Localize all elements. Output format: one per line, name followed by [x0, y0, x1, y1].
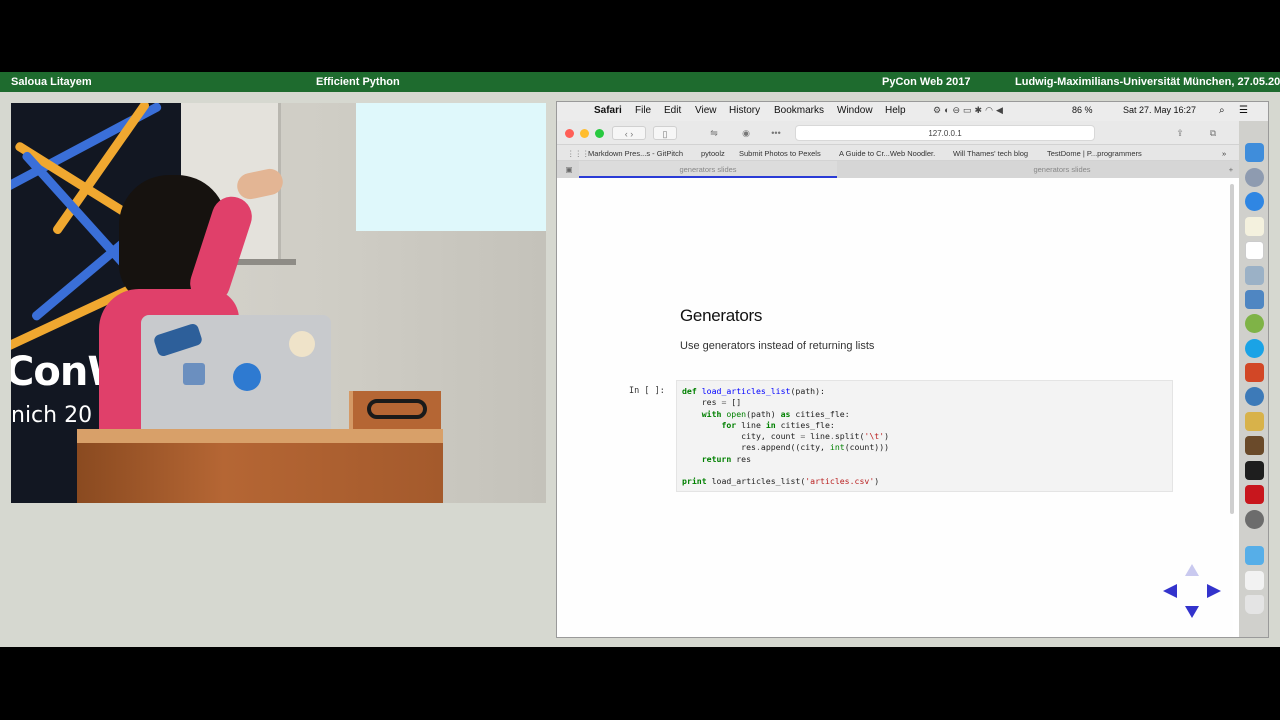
tab-generators-slides-active[interactable]: generators slides	[579, 161, 837, 178]
system-preferences-icon[interactable]	[1245, 510, 1264, 529]
bookmark-item[interactable]: Markdown Pres...s - GitPitch	[588, 149, 683, 158]
tab-generators-slides[interactable]: generators slides	[902, 161, 1222, 178]
conference-banner: Saloua Litayem Efficient Python PyCon We…	[0, 72, 1280, 92]
app-icon[interactable]	[1245, 436, 1264, 455]
battery-status[interactable]: 86 %	[1072, 105, 1093, 115]
banner-text-city: nich 20	[11, 403, 93, 428]
tab-bar: ▣ generators slides generators slides +	[557, 161, 1239, 178]
cable	[367, 399, 427, 419]
launchpad-icon[interactable]	[1245, 168, 1264, 187]
sidebar-toggle-icon[interactable]: ▯	[653, 126, 677, 140]
clock[interactable]: Sat 27. May 16:27	[1123, 105, 1196, 115]
podium-top	[77, 429, 443, 443]
address-bar[interactable]: 127.0.0.1	[795, 125, 1095, 141]
downloads-folder-icon[interactable]	[1245, 546, 1264, 565]
nav-up-icon[interactable]	[1185, 564, 1199, 576]
menu-bookmarks[interactable]: Bookmarks	[774, 105, 824, 116]
menu-file[interactable]: File	[635, 105, 651, 116]
scripts-icon[interactable]	[1245, 266, 1264, 285]
menu-bar: Safari File Edit View History Bookmarks …	[557, 102, 1268, 121]
close-window-button[interactable]	[565, 129, 574, 138]
code-cell[interactable]: def load_articles_list(path): res = [] w…	[676, 380, 1173, 492]
notification-center-icon[interactable]: ☰	[1239, 105, 1248, 116]
code-line: def load_articles_list(path):	[682, 386, 825, 396]
menu-window[interactable]: Window	[837, 105, 873, 116]
code-line: for line in cities_fle:	[721, 419, 835, 430]
skype-icon[interactable]	[1245, 339, 1264, 358]
more-bookmarks-icon[interactable]: »	[1222, 149, 1226, 158]
documents-stack-icon[interactable]	[1245, 571, 1264, 590]
status-icons[interactable]: ⚙◐⊖▭✱◠◀	[933, 105, 1006, 116]
nav-down-icon[interactable]	[1185, 606, 1199, 618]
menu-safari[interactable]: Safari	[594, 105, 622, 116]
conference-name: PyCon Web 2017	[882, 76, 971, 88]
menu-edit[interactable]: Edit	[664, 105, 681, 116]
zoom-window-button[interactable]	[595, 129, 604, 138]
acrobat-icon[interactable]	[1245, 485, 1264, 504]
talk-title: Efficient Python	[316, 76, 400, 88]
bookmark-item[interactable]: Will Thames' tech blog	[953, 149, 1028, 158]
back-forward-buttons[interactable]: ‹ ›	[612, 126, 646, 140]
database-icon[interactable]	[1245, 314, 1264, 333]
slide-subtitle: Use generators instead of returning list…	[680, 340, 875, 352]
projector-screen	[356, 103, 546, 231]
menu-history[interactable]: History	[729, 105, 760, 116]
code-content: def load_articles_list(path): res = [] w…	[682, 386, 889, 488]
privacy-icon[interactable]: ◉	[735, 126, 757, 140]
bookmark-item[interactable]: A Guide to Cr...Web Noodler.	[839, 149, 935, 158]
code-line: res.append((city, int(count)))	[682, 442, 890, 453]
slide-title: Generators	[680, 306, 763, 325]
code-line: with open(path) as cities_fle:	[701, 408, 850, 419]
nav-left-icon[interactable]	[1163, 584, 1177, 598]
tabs-overview-icon[interactable]: ⧉	[1202, 126, 1224, 140]
code-line: print load_articles_list('articles.csv')	[682, 476, 880, 487]
finder-icon[interactable]	[1245, 143, 1264, 162]
podium	[77, 443, 443, 503]
reminders-icon[interactable]	[1245, 241, 1264, 260]
bookmark-item[interactable]: Submit Photos to Pexels	[739, 149, 821, 158]
code-line: city, count = line.split('\t')	[682, 431, 890, 442]
reader-icon[interactable]: ⇋	[703, 126, 725, 140]
extensions-icon[interactable]: •••	[765, 126, 787, 140]
speaker-name: Saloua Litayem	[11, 76, 92, 88]
trash-icon[interactable]	[1245, 595, 1264, 614]
spotlight-icon[interactable]: ⌕	[1219, 105, 1225, 116]
nav-right-icon[interactable]	[1207, 584, 1221, 598]
tab-close-icon[interactable]: ▣	[561, 161, 577, 178]
cell-prompt: In [ ]:	[629, 386, 665, 396]
postgres-icon[interactable]	[1245, 290, 1264, 309]
code-line: res = []	[682, 397, 742, 408]
menu-help[interactable]: Help	[885, 105, 906, 116]
minimize-window-button[interactable]	[580, 129, 589, 138]
slide-content: Generators Use generators instead of ret…	[557, 178, 1233, 637]
safari-toolbar: ‹ › ▯ ⇋ ◉ ••• 127.0.0.1 ⇪ ⧉	[557, 121, 1239, 145]
terminal-icon[interactable]	[1245, 461, 1264, 480]
speaker-video: ConWe nich 20	[11, 103, 546, 503]
share-icon[interactable]: ⇪	[1169, 126, 1191, 140]
notes-icon[interactable]	[1245, 217, 1264, 236]
eclipse-icon[interactable]	[1245, 387, 1264, 406]
laptop	[141, 315, 331, 437]
top-sites-icon[interactable]: ⋮⋮⋮	[567, 149, 590, 158]
bookmark-item[interactable]: pytoolz	[701, 149, 725, 158]
venue-date: Ludwig-Maximilians-Universität München, …	[1015, 76, 1280, 88]
menu-view[interactable]: View	[695, 105, 717, 116]
bookmark-item[interactable]: TestDome | P...programmers	[1047, 149, 1142, 158]
dock	[1239, 121, 1268, 637]
page-scrollbar[interactable]	[1230, 184, 1234, 514]
code-line: return res	[701, 453, 752, 464]
safari-icon[interactable]	[1245, 192, 1264, 211]
new-tab-icon[interactable]: +	[1224, 161, 1238, 178]
mac-screen: Safari File Edit View History Bookmarks …	[556, 101, 1269, 638]
powerpoint-icon[interactable]	[1245, 363, 1264, 382]
cyberduck-icon[interactable]	[1245, 412, 1264, 431]
bookmarks-bar: ⋮⋮⋮ Markdown Pres...s - GitPitch pytoolz…	[557, 145, 1239, 161]
